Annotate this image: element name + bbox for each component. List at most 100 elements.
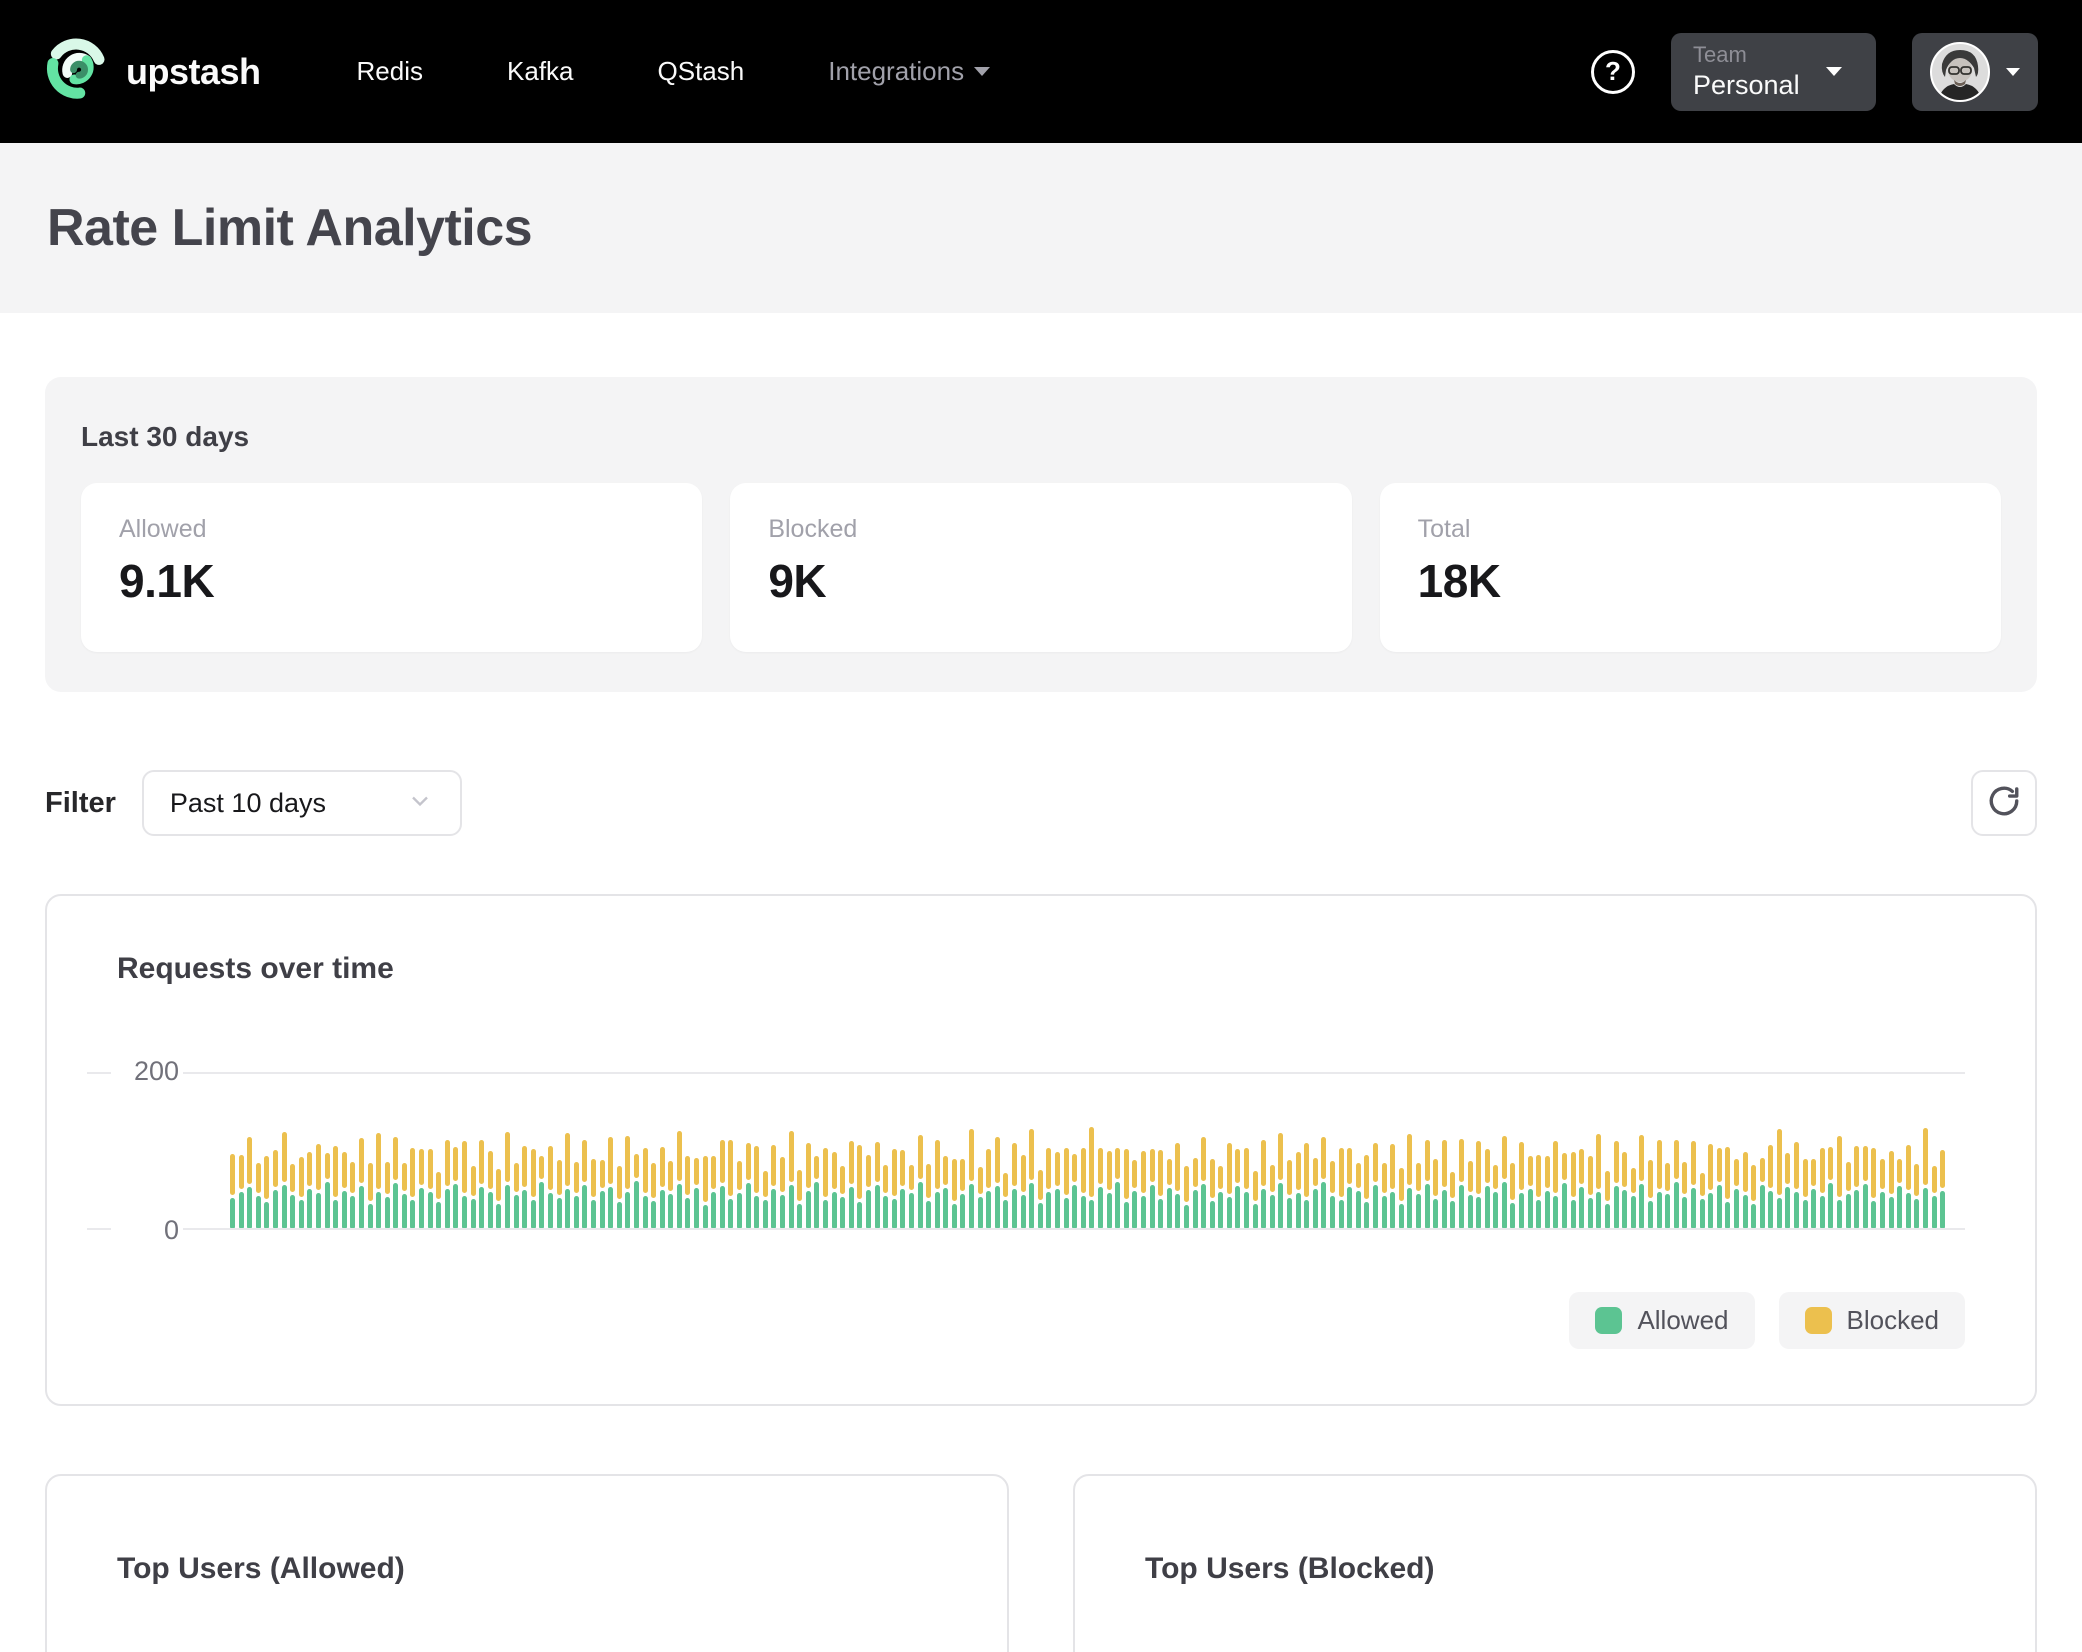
bar[interactable] [1347,1148,1352,1228]
team-switcher[interactable]: Team Personal [1671,33,1876,111]
bar[interactable] [1175,1143,1180,1228]
bar[interactable] [746,1143,751,1228]
bar[interactable] [1029,1129,1034,1228]
bar[interactable] [1639,1135,1644,1228]
bar[interactable] [1244,1148,1249,1228]
bar[interactable] [1803,1159,1808,1228]
bar[interactable] [1536,1155,1541,1228]
bar[interactable] [1382,1163,1387,1228]
bar[interactable] [350,1162,355,1228]
bar[interactable] [1296,1152,1301,1228]
bar[interactable] [1459,1139,1464,1228]
bar[interactable] [1768,1145,1773,1228]
bar[interactable] [1794,1142,1799,1228]
refresh-button[interactable] [1971,770,2037,836]
bar[interactable] [1725,1147,1730,1228]
bar[interactable] [1614,1141,1619,1228]
bar[interactable] [376,1133,381,1228]
bar[interactable] [1820,1148,1825,1228]
bar[interactable] [1880,1159,1885,1228]
bar[interactable] [960,1159,965,1228]
bar[interactable] [1828,1147,1833,1228]
nav-link-kafka[interactable]: Kafka [507,56,574,87]
bar[interactable] [1003,1173,1008,1228]
bar[interactable] [969,1129,974,1228]
bar[interactable] [875,1142,880,1228]
bar[interactable] [668,1161,673,1228]
bar[interactable] [479,1140,484,1228]
bar[interactable] [660,1147,665,1228]
brand[interactable]: upstash [44,36,261,107]
bar[interactable] [1605,1171,1610,1229]
bar[interactable] [694,1158,699,1228]
legend-item-allowed[interactable]: Allowed [1569,1292,1754,1349]
bar[interactable] [952,1159,957,1228]
bar[interactable] [436,1172,441,1228]
bar[interactable] [1914,1164,1919,1228]
bar[interactable] [1889,1151,1894,1228]
bar[interactable] [505,1132,510,1228]
bar[interactable] [1390,1144,1395,1228]
bar[interactable] [1734,1159,1739,1228]
bar[interactable] [264,1156,269,1229]
bar[interactable] [711,1156,716,1228]
bar[interactable] [1485,1149,1490,1228]
bar[interactable] [1089,1127,1094,1228]
bar[interactable] [402,1163,407,1228]
bar[interactable] [1072,1154,1077,1228]
bar[interactable] [720,1140,725,1228]
bar[interactable] [1622,1152,1627,1228]
bar[interactable] [1253,1171,1258,1229]
bar[interactable] [1141,1151,1146,1228]
bar[interactable] [685,1156,690,1228]
bar[interactable] [1167,1159,1172,1228]
bar[interactable] [1811,1159,1816,1228]
bar[interactable] [342,1152,347,1228]
bar[interactable] [462,1141,467,1228]
bar[interactable] [1098,1148,1103,1228]
bar[interactable] [522,1146,527,1228]
bar[interactable] [368,1163,373,1228]
bar[interactable] [557,1160,562,1228]
bar[interactable] [1493,1165,1498,1228]
bar[interactable] [445,1140,450,1228]
bar[interactable] [282,1132,287,1228]
bar[interactable] [1777,1129,1782,1228]
bar[interactable] [582,1140,587,1228]
bar[interactable] [393,1137,398,1228]
bar[interactable] [1115,1148,1120,1228]
bar[interactable] [471,1166,476,1228]
bar[interactable] [1235,1149,1240,1228]
bar[interactable] [325,1153,330,1228]
bar[interactable] [608,1137,613,1228]
bar[interactable] [1373,1143,1378,1228]
bar[interactable] [823,1148,828,1228]
bar[interactable] [789,1131,794,1228]
bar[interactable] [1270,1165,1275,1228]
bar[interactable] [1545,1156,1550,1228]
bar[interactable] [1468,1161,1473,1228]
bar[interactable] [754,1146,759,1228]
bar[interactable] [892,1149,897,1228]
bar[interactable] [857,1145,862,1228]
bar[interactable] [943,1156,948,1229]
bar[interactable] [935,1140,940,1228]
nav-link-qstash[interactable]: QStash [658,56,745,87]
bar[interactable] [539,1156,544,1229]
bar[interactable] [1064,1148,1069,1228]
bar[interactable] [703,1156,708,1228]
bar[interactable] [866,1155,871,1228]
bar[interactable] [1510,1163,1515,1228]
bar[interactable] [1399,1168,1404,1228]
bar[interactable] [1193,1158,1198,1228]
bar[interactable] [1571,1152,1576,1228]
bar[interactable] [1227,1143,1232,1228]
bar[interactable] [840,1166,845,1228]
bar[interactable] [1012,1143,1017,1228]
bar[interactable] [617,1166,622,1228]
bar[interactable] [625,1136,630,1228]
bar[interactable] [230,1154,235,1228]
bar[interactable] [797,1170,802,1228]
bar[interactable] [1442,1140,1447,1228]
bar[interactable] [1854,1146,1859,1228]
